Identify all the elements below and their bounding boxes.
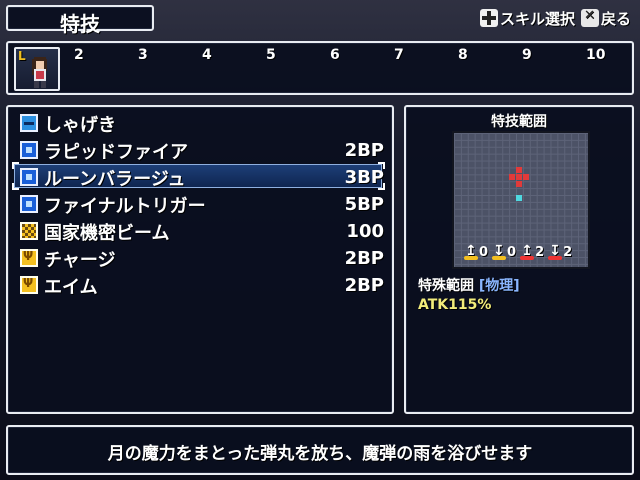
character-portrait-icon [32, 57, 47, 88]
buff-icon [20, 249, 38, 267]
skill-name: 国家機密ビーム [44, 223, 170, 244]
party-slot-8[interactable]: 8 [458, 47, 468, 63]
party-slot-10[interactable]: 10 [586, 47, 605, 63]
damage-type: [物理] [478, 278, 520, 294]
cursor-corner-bl [12, 183, 19, 190]
skill-cost: 5BP [344, 194, 384, 215]
back-label: 戻る [601, 9, 632, 28]
party-slot-9[interactable]: 9 [522, 47, 532, 63]
skill-row-aim[interactable]: エイム 2BP [20, 273, 384, 298]
skill-row-charge[interactable]: チャージ 2BP [20, 246, 384, 271]
skill-select-label: スキル選択 [500, 9, 576, 28]
party-slot-1[interactable]: L [14, 47, 60, 91]
atk-value: ATK115% [418, 297, 492, 313]
skill-icon [20, 141, 38, 159]
range-cell-target [516, 167, 522, 173]
arrow-down-red-icon [548, 243, 563, 260]
skill-row-national-secret-beam[interactable]: 国家機密ビーム 100 [20, 219, 384, 244]
skill-icon [20, 195, 38, 213]
skill-name: チャージ [44, 250, 116, 271]
x-button-icon [581, 8, 599, 27]
arrow-up-yellow-icon [464, 243, 478, 260]
range-cell-target [509, 174, 515, 180]
skill-cost: 2BP [344, 140, 384, 161]
party-slot-7[interactable]: 7 [394, 47, 404, 63]
skill-row-shageki[interactable]: しゃげき [20, 111, 384, 136]
party-slot-3[interactable]: 3 [138, 47, 148, 63]
cursor-corner-tl [12, 162, 19, 169]
skill-select-hint: スキル選択 [480, 6, 575, 30]
party-slot-6[interactable]: 6 [330, 47, 340, 63]
skill-cost: 3BP [344, 167, 384, 188]
range-cell-target [516, 174, 522, 180]
stat-down-yellow: 0 [492, 243, 516, 260]
arrow-down-yellow-icon [492, 243, 507, 260]
skill-info-panel: 特技範囲 0 0 2 2 特殊範囲 [物理] ATK115% [404, 105, 634, 414]
buff-icon [20, 276, 38, 294]
range-cell-origin [516, 195, 522, 201]
page-title: 特技 [60, 12, 100, 36]
skill-cost: 100 [346, 221, 384, 242]
stat-down-red: 2 [548, 243, 572, 260]
range-cell-target [523, 174, 529, 180]
party-bar: L 2 3 4 5 6 7 8 9 10 [6, 41, 634, 95]
skill-name: ラピッドファイア [44, 142, 188, 163]
title-panel: 特技 [6, 5, 154, 36]
description-panel: 月の魔力をまとった弾丸を放ち、魔弾の雨を浴びせます [6, 425, 634, 475]
skill-name: ルーンバラージュ [44, 169, 186, 190]
skill-description: 月の魔力をまとった弾丸を放ち、魔弾の雨を浴びせます [107, 444, 533, 464]
gun-icon [20, 114, 38, 132]
special-range-label: 特殊範囲 [物理] [418, 278, 520, 294]
skill-icon [20, 168, 38, 186]
skill-row-final-trigger[interactable]: ファイナルトリガー 5BP [20, 192, 384, 217]
stat-up-yellow: 0 [464, 243, 488, 260]
skill-name: しゃげき [44, 115, 116, 136]
skill-name: ファイナルトリガー [44, 196, 206, 217]
skill-row-rune-barrage[interactable]: ルーンバラージュ 3BP [20, 165, 384, 190]
range-title: 特技範囲 [491, 114, 547, 130]
arrow-up-red-icon [520, 243, 535, 260]
skill-cost: 2BP [344, 275, 384, 296]
stat-up-red: 2 [520, 243, 544, 260]
skill-name: エイム [44, 277, 98, 298]
party-slot-4[interactable]: 4 [202, 47, 212, 63]
special-icon [20, 222, 38, 240]
party-slot-2[interactable]: 2 [74, 47, 84, 63]
party-slot-5[interactable]: 5 [266, 47, 276, 63]
skill-row-rapid-fire[interactable]: ラピッドファイア 2BP [20, 138, 384, 163]
leader-badge: L [18, 49, 26, 63]
back-hint[interactable]: 戻る [581, 6, 631, 30]
range-stats: 0 0 2 2 [464, 243, 572, 260]
skill-cost: 2BP [344, 248, 384, 269]
range-cell-target [516, 181, 522, 187]
dpad-icon [480, 9, 498, 27]
